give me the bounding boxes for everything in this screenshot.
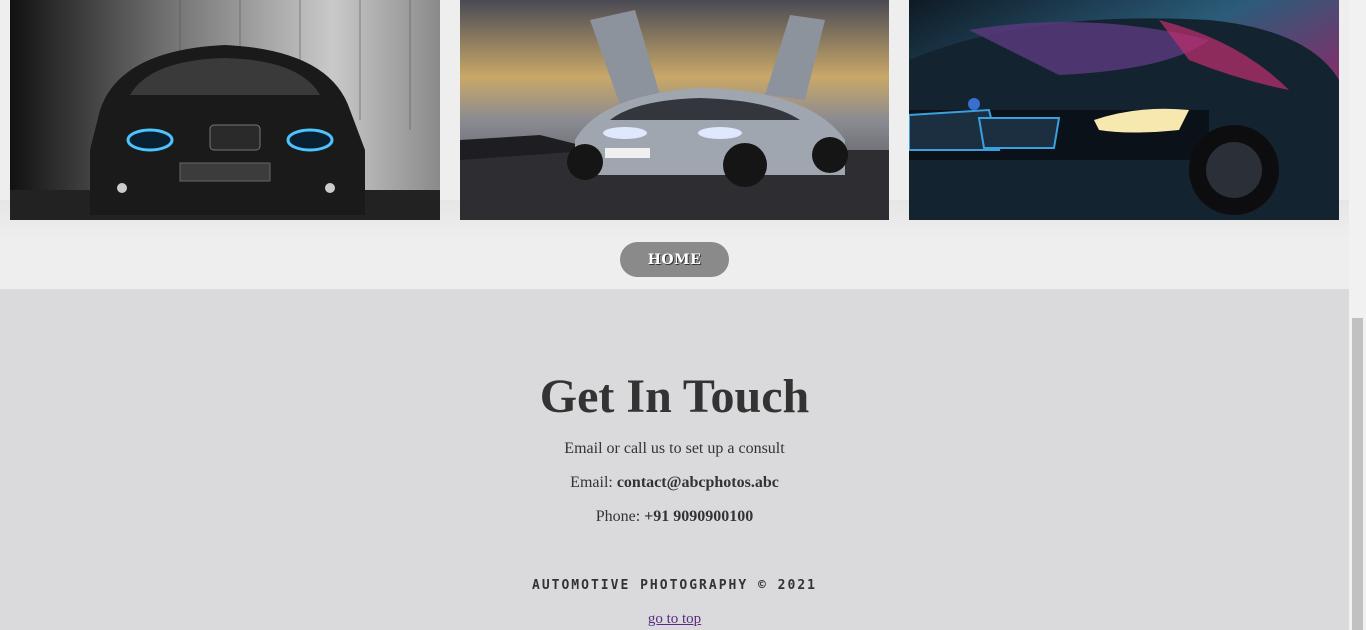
scrollbar-thumb[interactable]: [1352, 318, 1363, 630]
contact-title: Get In Touch: [539, 370, 810, 423]
home-button[interactable]: HOME: [620, 242, 729, 277]
phone-value: +91 9090900100: [644, 508, 754, 525]
gallery-photo-black-bmw[interactable]: [10, 0, 440, 220]
email-label: Email:: [570, 474, 613, 491]
page: HOME Get In Touch Email or call us to se…: [0, 0, 1349, 630]
contact-phone: Phone: +91 9090900100: [0, 508, 1349, 526]
gallery-photo-neon-i8[interactable]: [909, 0, 1339, 220]
go-to-top: go to top: [0, 611, 1349, 628]
contact-intro: Email or call us to set up a consult: [564, 440, 785, 457]
gallery-photo-silver-i8[interactable]: [460, 0, 889, 220]
go-to-top-link[interactable]: go to top: [648, 611, 701, 627]
email-value: contact@abcphotos.abc: [616, 474, 779, 491]
footer-brand: Automotive Photography © 2021: [532, 578, 817, 593]
phone-label: Phone:: [595, 508, 641, 525]
contact-email: Email: contact@abcphotos.abc: [0, 474, 1349, 492]
contact-section: Get In Touch Email or call us to set up …: [0, 289, 1349, 630]
photo-gallery: HOME: [0, 0, 1349, 289]
